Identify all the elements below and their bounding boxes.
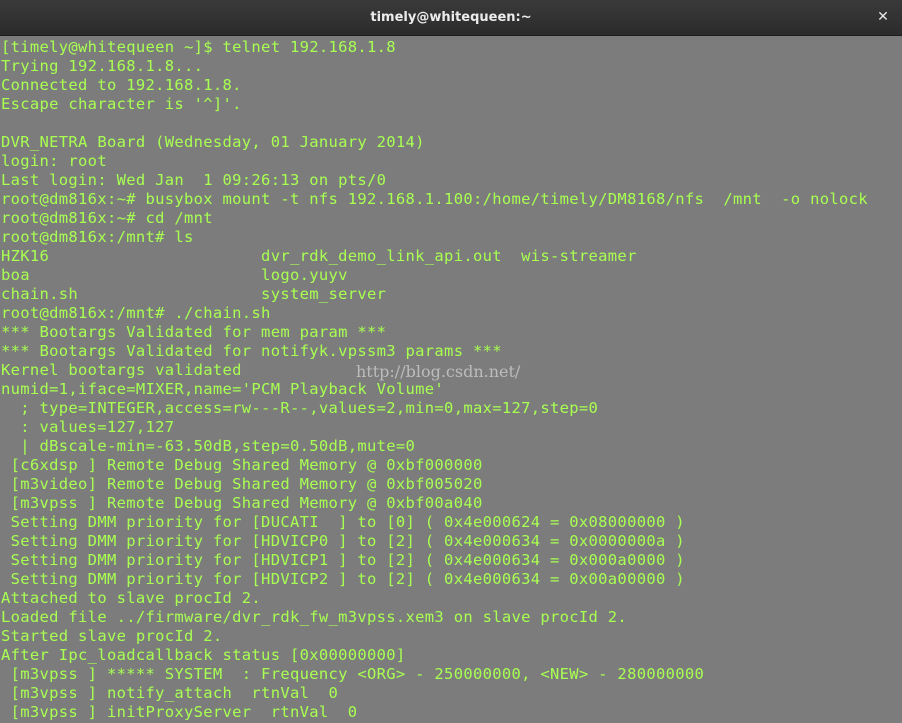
terminal-line: Setting DMM priority for [HDVICP2 ] to [… bbox=[1, 570, 685, 588]
terminal-line: Started slave procId 2. bbox=[1, 627, 223, 645]
close-icon[interactable]: ✕ bbox=[874, 8, 892, 26]
terminal-line: root@dm816x:/mnt# ./chain.sh bbox=[1, 304, 271, 322]
terminal-line: Trying 192.168.1.8... bbox=[1, 57, 204, 75]
terminal-line: Escape character is '^]'. bbox=[1, 95, 242, 113]
terminal-line: *** Bootargs Validated for notifyk.vpssm… bbox=[1, 342, 502, 360]
window-title: timely@whitequeen:~ bbox=[370, 10, 532, 25]
terminal-line: : values=127,127 bbox=[1, 418, 175, 436]
terminal-line: [m3vpss ] notify_attach rtnVal 0 bbox=[1, 684, 339, 702]
terminal-line: [c6xdsp ] Remote Debug Shared Memory @ 0… bbox=[1, 456, 483, 474]
title-bar[interactable]: timely@whitequeen:~ ✕ bbox=[0, 0, 902, 36]
terminal-window: timely@whitequeen:~ ✕ [timely@whitequeen… bbox=[0, 0, 902, 723]
terminal-line: Last login: Wed Jan 1 09:26:13 on pts/0 bbox=[1, 171, 387, 189]
terminal-line: boa logo.yuyv bbox=[1, 266, 348, 284]
terminal-line: root@dm816x:~# busybox mount -t nfs 192.… bbox=[1, 190, 868, 208]
terminal-line: [timely@whitequeen ~]$ telnet 192.168.1.… bbox=[1, 38, 396, 56]
terminal-line: Setting DMM priority for [DUCATI ] to [0… bbox=[1, 513, 685, 531]
watermark-text: http://blog.csdn.net/ bbox=[356, 362, 521, 381]
terminal-line: Setting DMM priority for [HDVICP1 ] to [… bbox=[1, 551, 685, 569]
terminal-line: [m3vpss ] ***** SYSTEM : Frequency <ORG>… bbox=[1, 665, 705, 683]
terminal-line: [m3vpss ] Remote Debug Shared Memory @ 0… bbox=[1, 494, 483, 512]
terminal-line: *** Bootargs Validated for mem param *** bbox=[1, 323, 387, 341]
terminal-line: Attached to slave procId 2. bbox=[1, 589, 262, 607]
terminal-line: root@dm816x:/mnt# ls bbox=[1, 228, 194, 246]
terminal-line: | dBscale-min=-63.50dB,step=0.50dB,mute=… bbox=[1, 437, 416, 455]
terminal-line: Connected to 192.168.1.8. bbox=[1, 76, 242, 94]
terminal-line: HZK16 dvr_rdk_demo_link_api.out wis-stre… bbox=[1, 247, 637, 265]
terminal-output[interactable]: [timely@whitequeen ~]$ telnet 192.168.1.… bbox=[0, 36, 902, 723]
terminal-line: After Ipc_loadcallback status [0x0000000… bbox=[1, 646, 406, 664]
terminal-line: Loaded file ../firmware/dvr_rdk_fw_m3vps… bbox=[1, 608, 628, 626]
terminal-line: [m3video] Remote Debug Shared Memory @ 0… bbox=[1, 475, 483, 493]
terminal-line: ; type=INTEGER,access=rw---R--,values=2,… bbox=[1, 399, 599, 417]
terminal-line: login: root bbox=[1, 152, 107, 170]
terminal-line: Setting DMM priority for [HDVICP0 ] to [… bbox=[1, 532, 685, 550]
terminal-line: numid=1,iface=MIXER,name='PCM Playback V… bbox=[1, 380, 445, 398]
terminal-line: [m3vpss ] initProxyServer rtnVal 0 bbox=[1, 703, 358, 721]
terminal-line: chain.sh system_server bbox=[1, 285, 387, 303]
terminal-line: root@dm816x:~# cd /mnt bbox=[1, 209, 213, 227]
terminal-line: DVR_NETRA Board (Wednesday, 01 January 2… bbox=[1, 133, 425, 151]
